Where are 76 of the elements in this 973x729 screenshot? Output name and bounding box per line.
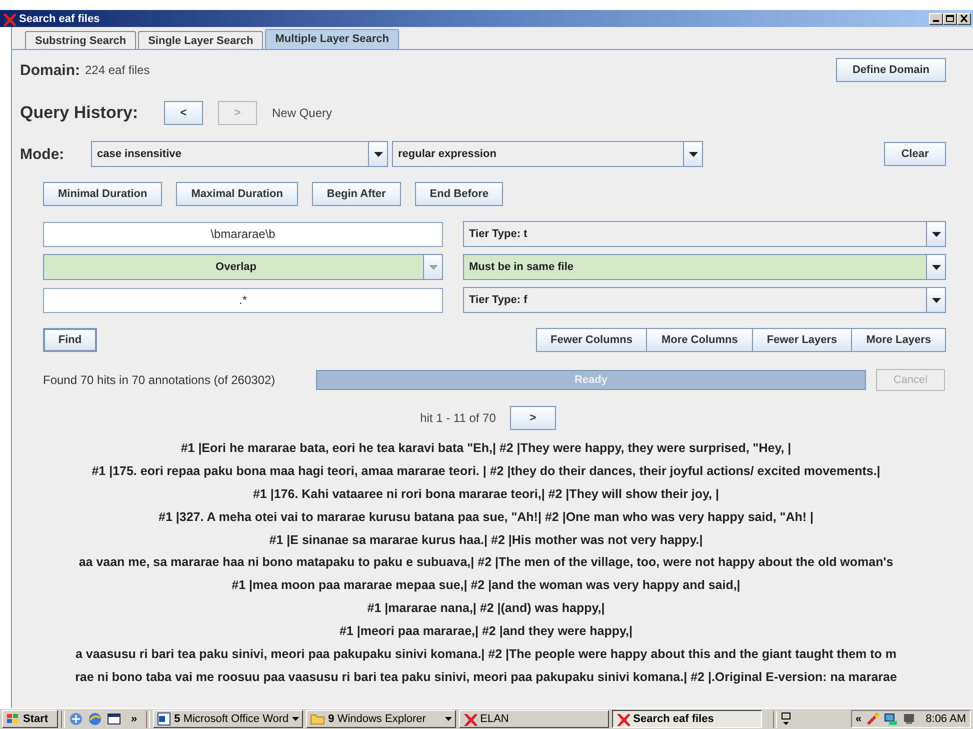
back-button[interactable]: < — [164, 101, 203, 125]
find-button[interactable]: Find — [43, 328, 97, 352]
taskbar-button[interactable]: Search eaf files — [612, 710, 762, 728]
tier-dropdown[interactable]: Tier Type: f — [463, 287, 946, 313]
query-history-label: Query History: — [20, 103, 140, 123]
result-summary: Found 70 hits in 70 annotations (of 260302) — [43, 373, 276, 387]
window-icon[interactable] — [106, 711, 122, 727]
language-icon[interactable] — [780, 711, 792, 727]
document-icon — [157, 712, 172, 726]
hit-line: #1 |meori paa mararae,| #2 |and they were happy,| — [339, 623, 633, 640]
layout-button[interactable]: More Layers — [851, 328, 946, 352]
domain-value: 224 eaf files — [85, 63, 151, 77]
network-icon[interactable] — [884, 712, 898, 726]
maximize-icon — [945, 14, 955, 23]
app-logo-icon — [463, 712, 478, 726]
hit-line: #1 |Eori he mararae bata, eori he tea karavi bata "Eh,| #2 |They were happy, they were surprised, "Hey, | — [180, 440, 792, 457]
maximize-button[interactable] — [943, 12, 957, 24]
caret-icon — [292, 717, 300, 721]
more-toolbar-button[interactable]: » — [131, 713, 138, 725]
mode-label: Mode: — [20, 146, 66, 162]
caret-icon — [932, 264, 940, 270]
layout-button[interactable]: Fewer Layers — [752, 328, 852, 352]
hit-line: aa vaan me, sa mararae haa ni bono matapaku to paku e subuava,| #2 |The men of the village, too, were not happy about the old woman's — [78, 554, 894, 572]
caret-icon — [932, 298, 940, 302]
constraint-button[interactable]: Minimal Duration — [43, 182, 162, 206]
caret-icon — [932, 232, 940, 236]
caret-icon — [445, 717, 452, 721]
tab[interactable]: Single Layer Search — [138, 31, 264, 49]
pattern-field[interactable]: \bmararae\b — [43, 222, 443, 246]
tab[interactable]: Substring Search — [25, 31, 136, 49]
hit-line: #1 |176. Kahi vataaree ni rori bona mararae teori,| #2 |They will show their joy, | — [252, 486, 719, 503]
desktop-icon[interactable] — [68, 711, 84, 727]
close-icon — [959, 14, 969, 23]
monitor-icon[interactable] — [902, 712, 916, 726]
show-hidden-icons-button[interactable]: « — [856, 713, 862, 725]
layout-button[interactable]: More Columns — [646, 328, 753, 352]
constraint-button[interactable]: Maximal Duration — [176, 182, 298, 206]
case-dropdown[interactable]: case insensitive — [91, 141, 388, 167]
progress-text: Ready — [573, 374, 609, 386]
hit-line: #1 |mea moon paa mararae mepaa sue,| #2 |and the woman was very happy and said,| — [232, 577, 740, 594]
constraint-button[interactable]: Begin After — [312, 182, 401, 206]
layout-button[interactable]: Fewer Columns — [536, 328, 648, 352]
match-dropdown[interactable]: regular expression — [392, 141, 703, 167]
constraint-button[interactable]: End Before — [414, 182, 504, 206]
define-domain-button[interactable]: Define Domain — [836, 58, 946, 82]
taskbar-button[interactable]: 5 Microsoft Office Word — [153, 710, 304, 728]
tier-dropdown[interactable]: Tier Type: t — [463, 221, 946, 247]
window-title: Search eaf files — [19, 12, 101, 24]
close-button[interactable] — [957, 12, 971, 24]
caret-icon — [428, 264, 438, 270]
hit-line: rae ni bono taba vai me roosuu paa vaasusu ri bari tea paku sinivi, meori paa pakupaku sinivi komana.| #2 |.Original E-version: na mararae — [75, 668, 897, 686]
windows-flag-icon — [6, 713, 20, 725]
clock: 8:06 AM — [926, 713, 966, 725]
app-logo-icon — [2, 12, 16, 26]
tab[interactable]: Multiple Layer Search — [265, 29, 399, 49]
caret-icon — [688, 152, 698, 156]
domain-label: Domain: — [20, 62, 80, 78]
hit-line: #1 |mararae nana,| #2 |(and) was happy,| — [367, 600, 605, 618]
next-page-button[interactable]: > — [510, 406, 556, 430]
minimize-button[interactable] — [929, 12, 943, 24]
taskbar-button[interactable]: ELAN — [459, 710, 610, 728]
hit-line: #1 |175. eori repaa paku bona maa hagi teori, amaa mararae teori. | #2 |they do their dances, their joyful actions/ excited movements.| — [92, 462, 880, 480]
hit-line: #1 |327. A meha otei vai to mararae kurusu batana paa sue, "Ah!| #2 |One man who was very happy said, "Ah! | — [158, 508, 814, 526]
taskbar-button[interactable]: 9 Windows Explorer — [306, 710, 456, 728]
folder-icon — [310, 713, 326, 725]
pattern-field[interactable]: .* — [43, 288, 443, 312]
start-button[interactable]: Start — [2, 710, 58, 728]
hit-range: hit 1 - 11 of 70 — [420, 411, 496, 425]
hit-line: #1 |E sinanae sa mararae kurus haa.| #2 |His mother was not very happy.| — [269, 532, 703, 549]
hit-line: a vaasusu ri bari tea paku sinivi, meori paa pakupaku sinivi komana.| #2 |The people were happy about this and the giant taught them to m — [75, 646, 897, 664]
query-status: New Query — [272, 106, 332, 120]
file-constraint-dropdown[interactable]: Must be in same file — [463, 254, 946, 280]
clear-button[interactable]: Clear — [884, 142, 946, 166]
caret-icon — [374, 152, 382, 156]
relation-dropdown[interactable]: Overlap — [43, 254, 443, 280]
app-logo-icon — [616, 712, 630, 726]
